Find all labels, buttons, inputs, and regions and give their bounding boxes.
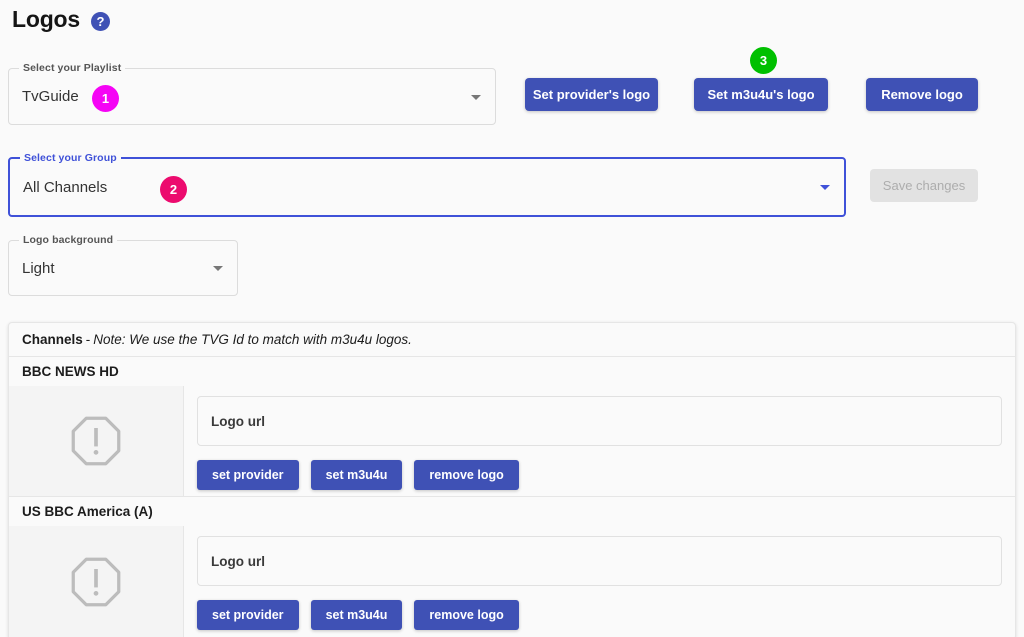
chevron-down-icon — [471, 94, 481, 100]
channel-main: set provider set m3u4u remove logo — [184, 526, 1015, 637]
channel-name: BBC NEWS HD — [9, 357, 1015, 386]
channel-name: US BBC America (A) — [9, 497, 1015, 526]
remove-logo-button[interactable]: remove logo — [414, 600, 519, 630]
channels-panel-header: Channels - Note: We use the TVG Id to ma… — [9, 323, 1015, 357]
channel-logo-cell — [9, 526, 184, 637]
channel-logo-cell — [9, 386, 184, 496]
step-badge-1: 1 — [92, 85, 119, 112]
set-provider-button[interactable]: set provider — [197, 460, 299, 490]
channel-row-buttons: set provider set m3u4u remove logo — [197, 460, 1002, 490]
group-select-legend: Select your Group — [20, 152, 121, 164]
channel-list: BBC NEWS HD set provider set m3u4u remov… — [9, 357, 1015, 637]
group-select-value: All Channels — [23, 178, 108, 196]
set-m3u4us-logo-button[interactable]: Set m3u4u's logo — [694, 78, 828, 111]
page-title: Logos — [12, 6, 80, 32]
set-m3u4u-button[interactable]: set m3u4u — [310, 600, 403, 630]
logo-background-legend: Logo background — [19, 234, 118, 246]
channels-label: Channels — [22, 332, 83, 347]
chevron-down-icon — [820, 185, 830, 190]
playlist-select[interactable]: Select your Playlist TvGuide — [8, 62, 496, 125]
set-provider-button[interactable]: set provider — [197, 600, 299, 630]
help-icon[interactable]: ? — [91, 11, 110, 31]
channel-row-buttons: set provider set m3u4u remove logo — [197, 600, 1002, 630]
set-providers-logo-button[interactable]: Set provider's logo — [525, 78, 658, 111]
channels-header-dash: - — [85, 332, 91, 347]
page-header: Logos ? — [12, 6, 110, 33]
channel-row: BBC NEWS HD set provider set m3u4u remov… — [9, 357, 1015, 497]
set-m3u4u-button[interactable]: set m3u4u — [310, 460, 403, 490]
channel-body: set provider set m3u4u remove logo — [9, 526, 1015, 637]
save-changes-button[interactable]: Save changes — [870, 169, 978, 202]
remove-logo-button[interactable]: Remove logo — [866, 78, 978, 111]
playlist-select-value: TvGuide — [22, 88, 79, 105]
chevron-down-icon — [213, 266, 223, 271]
playlist-select-legend: Select your Playlist — [19, 62, 126, 74]
logos-page: Logos ? Select your Playlist TvGuide 1 S… — [0, 0, 1024, 637]
step-badge-3: 3 — [750, 47, 777, 74]
channel-body: set provider set m3u4u remove logo — [9, 386, 1015, 497]
channels-panel: Channels - Note: We use the TVG Id to ma… — [8, 322, 1016, 637]
broken-image-icon — [71, 416, 121, 466]
broken-image-icon — [71, 557, 121, 606]
logo-url-input[interactable] — [197, 536, 1002, 586]
channel-row: US BBC America (A) set provider set m3u4… — [9, 497, 1015, 637]
channel-main: set provider set m3u4u remove logo — [184, 386, 1015, 496]
logo-url-input[interactable] — [197, 396, 1002, 446]
logo-background-value: Light — [22, 259, 55, 277]
step-badge-2: 2 — [160, 176, 187, 203]
remove-logo-button[interactable]: remove logo — [414, 460, 519, 490]
group-select[interactable]: Select your Group All Channels — [8, 152, 846, 217]
channels-header-note: Note: We use the TVG Id to match with m3… — [93, 332, 412, 347]
logo-background-select[interactable]: Logo background Light — [8, 234, 238, 296]
